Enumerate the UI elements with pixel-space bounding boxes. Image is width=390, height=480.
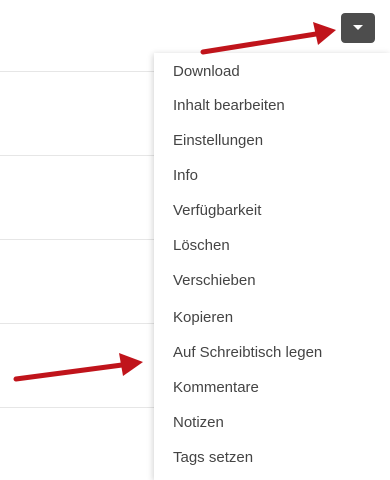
annotation-arrows [13, 22, 336, 382]
arrow-to-toggle-icon [200, 22, 336, 55]
arrow-to-schreibtisch-icon [13, 353, 143, 382]
